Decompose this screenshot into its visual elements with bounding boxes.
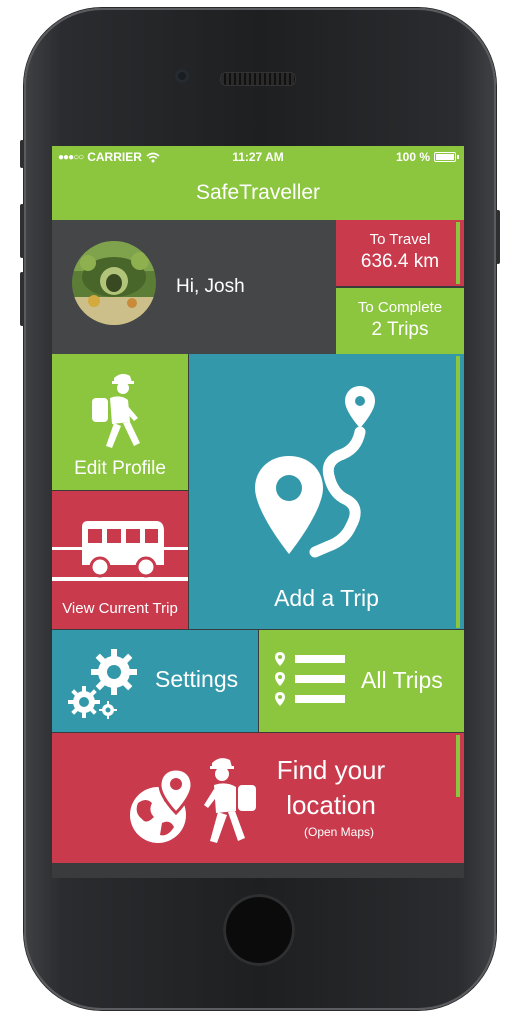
to-travel-value: 636.4 km [360,251,440,272]
list-pins-icon [275,652,345,706]
battery-icon [434,152,459,162]
phone-volume-up [20,204,24,258]
bottom-strip [52,863,464,878]
phone-side-button [20,140,24,168]
scroll-indicator-3[interactable] [456,735,460,797]
to-complete-value: 2 Trips [371,319,429,340]
traveller-icon [204,758,256,843]
profile-greeting-card[interactable]: Hi, Josh [52,220,336,354]
to-travel-label: To Travel [369,231,431,248]
battery-percent: 100 % [395,150,430,164]
scroll-indicator[interactable] [456,222,460,284]
find-location-title: Find your location [260,753,402,823]
phone-volume-down [20,272,24,326]
front-camera [175,69,189,83]
home-button[interactable] [223,894,295,966]
avatar[interactable] [72,241,156,325]
open-maps-label: (Open Maps) [304,825,375,839]
battery-level [436,154,454,160]
app-title: SafeTraveller [52,168,464,220]
find-location-line1: Find your [276,755,386,785]
to-complete-label: To Complete [357,299,443,316]
settings-tile[interactable]: Settings [52,630,258,732]
to-travel-stat: To Travel 636.4 km [336,220,464,286]
all-trips-label: All Trips [361,667,443,693]
greeting-text: Hi, Josh [176,276,245,297]
view-current-trip-label: View Current Trip [62,600,178,617]
app-screen: ●●●○○ CARRIER 11:27 AM 100 % SafeTravell… [52,146,464,878]
edit-profile-tile[interactable]: Edit Profile [52,354,188,490]
hiker-icon [92,373,140,448]
bus-icon [52,521,188,581]
find-location-line2: location [286,790,376,820]
phone-power-button [496,210,500,264]
find-location-tile[interactable]: Find your location (Open Maps) [52,733,464,863]
status-bar: ●●●○○ CARRIER 11:27 AM 100 % [52,146,464,168]
add-trip-tile[interactable]: Add a Trip [189,354,464,629]
earpiece-speaker [220,72,296,86]
to-complete-stat: To Complete 2 Trips [336,288,464,354]
scroll-indicator-2[interactable] [456,356,460,628]
edit-profile-label: Edit Profile [74,458,166,479]
add-trip-label: Add a Trip [274,585,379,611]
gears-icon [68,649,137,719]
view-current-trip-tile[interactable]: View Current Trip [52,491,188,629]
route-pin-icon [255,386,375,558]
globe-pin-icon [130,767,194,843]
all-trips-tile[interactable]: All Trips [259,630,464,732]
settings-label: Settings [155,666,239,692]
